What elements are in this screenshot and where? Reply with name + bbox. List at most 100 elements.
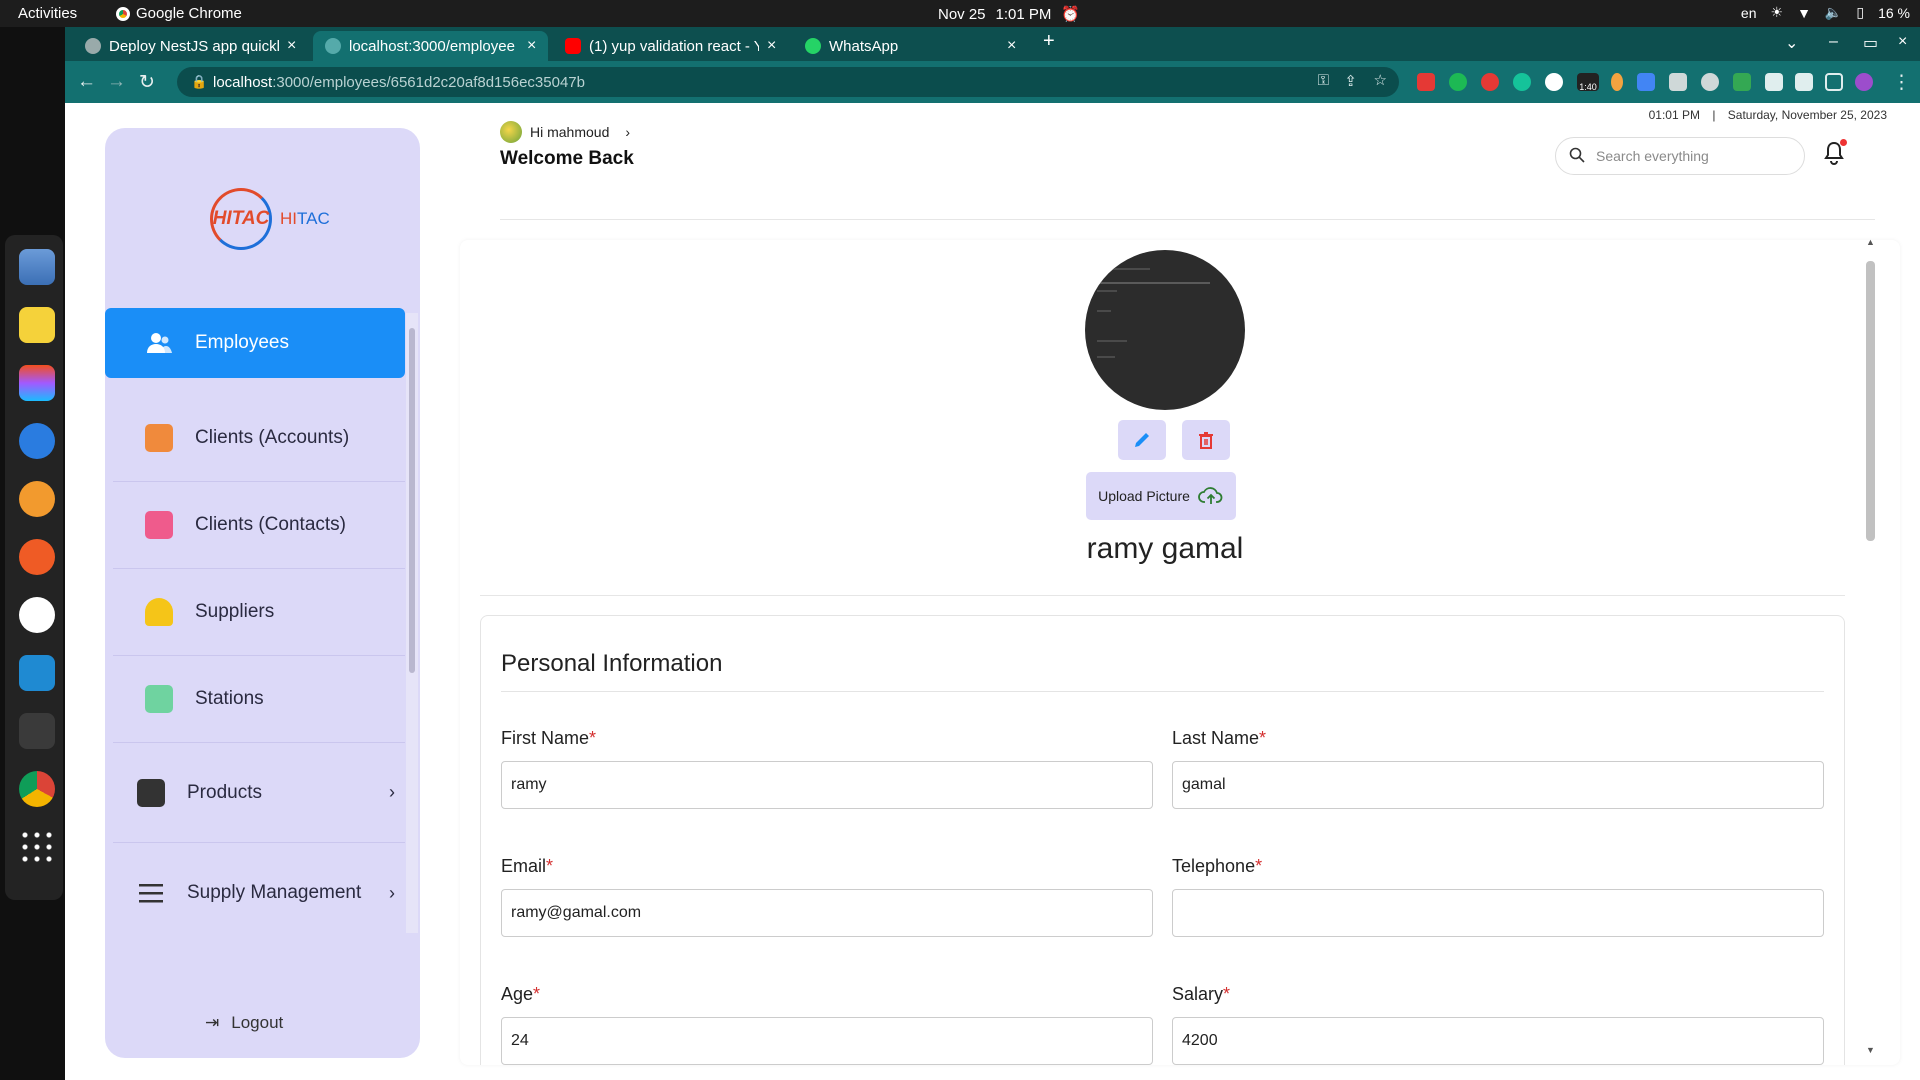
age-field[interactable] (501, 1017, 1153, 1065)
header-time: 01:01 PM (1648, 108, 1700, 122)
figma-icon[interactable] (19, 365, 55, 401)
telephone-field[interactable] (1172, 889, 1824, 937)
translate-icon[interactable] (1637, 73, 1655, 91)
close-tab-icon[interactable]: × (287, 37, 296, 55)
sidebar-item-employees[interactable]: Employees (105, 308, 405, 378)
tab-employee[interactable]: localhost:3000/employee × (313, 31, 549, 61)
forward-button[interactable]: → (107, 71, 126, 93)
page-scrollbar[interactable]: ▲ ▼ (1863, 237, 1877, 1055)
app-menu[interactable]: Google Chrome (116, 5, 242, 22)
reload-button[interactable]: ↻ (139, 71, 155, 94)
sidebar-item-suppliers[interactable]: Suppliers (113, 569, 405, 656)
notes-icon[interactable] (19, 307, 55, 343)
notification-bell-icon[interactable] (1823, 139, 1847, 165)
camera-icon[interactable] (1669, 73, 1687, 91)
sidebar-scroll-thumb[interactable] (409, 328, 415, 673)
new-tab-button[interactable]: + (1043, 30, 1055, 53)
side-panel-icon[interactable] (1825, 73, 1843, 91)
extension-icon[interactable] (1481, 73, 1499, 91)
chrome-dock-icon[interactable] (19, 771, 55, 807)
search-input[interactable]: Search everything (1555, 137, 1805, 175)
extension-icon[interactable] (1545, 73, 1563, 91)
grammarly-icon[interactable] (1513, 73, 1531, 91)
delete-picture-button[interactable] (1182, 420, 1230, 460)
chrome-menu-icon[interactable]: ⋮ (1892, 71, 1911, 94)
trash-icon (1199, 432, 1213, 449)
key-icon[interactable]: ⚿ (1318, 72, 1329, 89)
sidebar-item-supply-management[interactable]: Supply Management › (113, 843, 405, 943)
first-name-label: First Name* (501, 728, 596, 749)
sidebar-item-clients-contacts[interactable]: Clients (Contacts) (113, 482, 405, 569)
site-info-icon[interactable]: 🔒 (191, 74, 207, 90)
system-top-bar: Activities Google Chrome Nov 25 1:01 PM … (0, 0, 1920, 27)
extension-icon[interactable] (1449, 73, 1467, 91)
sidebar-item-products[interactable]: Products › (113, 743, 405, 843)
tab-whatsapp[interactable]: WhatsApp × (793, 31, 1028, 61)
postman-icon[interactable] (19, 539, 55, 575)
puzzle-icon[interactable] (1765, 73, 1783, 91)
system-clock[interactable]: Nov 25 1:01 PM ⏰ (938, 5, 1080, 24)
reading-list-icon[interactable] (1795, 73, 1813, 91)
sidebar-scrollbar[interactable] (406, 313, 418, 933)
vscode-icon[interactable] (19, 655, 55, 691)
sidebar-item-label: Clients (Contacts) (195, 514, 346, 535)
share-icon[interactable]: ⇪ (1344, 72, 1357, 90)
salary-field[interactable] (1172, 1017, 1824, 1065)
clock-date: Nov 25 (938, 5, 986, 23)
terminal-icon[interactable] (19, 713, 55, 749)
globe-icon[interactable] (1701, 73, 1719, 91)
chevron-right-icon: › (625, 124, 631, 140)
dock-panel (5, 235, 63, 900)
user-greeting[interactable]: Hi mahmoud › (500, 121, 630, 143)
extension-icon[interactable] (1733, 73, 1751, 91)
tab-title: (1) yup validation react - Y (589, 37, 759, 55)
language-indicator[interactable]: en (1741, 5, 1757, 21)
thunderbird-icon[interactable] (19, 423, 55, 459)
employee-profile-card: Upload Picture ramy gamal Personal Infor… (460, 240, 1900, 1065)
page-scroll-thumb[interactable] (1866, 261, 1875, 541)
sidebar-item-clients-accounts[interactable]: Clients (Accounts) (113, 395, 405, 482)
edit-picture-button[interactable] (1118, 420, 1166, 460)
close-tab-icon[interactable]: × (1007, 37, 1016, 55)
screenshot-line (1097, 290, 1117, 292)
scroll-up-arrow-icon[interactable]: ▲ (1866, 237, 1875, 247)
first-name-field[interactable] (501, 761, 1153, 809)
files-icon[interactable] (19, 249, 55, 285)
maximize-button[interactable]: ▭ (1863, 33, 1878, 53)
logout-button[interactable]: ⇥ Logout (205, 1013, 283, 1033)
supplier-icon (145, 598, 173, 626)
extension-icon[interactable] (1417, 73, 1435, 91)
clock-time: 1:01 PM (995, 5, 1052, 23)
chevron-right-icon: › (389, 782, 395, 802)
tab-youtube[interactable]: (1) yup validation react - Y × (553, 31, 788, 61)
address-bar[interactable]: 🔒 localhost:3000/employees/6561d2c20af8d… (177, 67, 1399, 97)
upload-picture-label: Upload Picture (1098, 488, 1190, 504)
profile-avatar[interactable] (1855, 73, 1873, 91)
email-field[interactable] (501, 889, 1153, 937)
close-window-button[interactable]: × (1898, 33, 1907, 51)
bookmark-star-icon[interactable]: ☆ (1374, 71, 1387, 89)
header-divider (500, 219, 1875, 220)
age-label: Age* (501, 984, 540, 1005)
timer-extension-icon[interactable]: 1:40 (1577, 73, 1599, 92)
fl-studio-icon[interactable] (19, 481, 55, 517)
sidebar-item-stations[interactable]: Stations (113, 656, 405, 743)
app-grid-icon[interactable] (19, 829, 55, 865)
last-name-field[interactable] (1172, 761, 1824, 809)
back-button[interactable]: ← (77, 71, 96, 93)
system-tray[interactable]: en ☀ ▼ 🔈 ▯ 16 % (1741, 4, 1910, 21)
upload-picture-button[interactable]: Upload Picture (1086, 472, 1236, 520)
extension-icon[interactable] (1611, 73, 1623, 91)
toolbar: ← → ↻ 🔒 localhost:3000/employees/6561d2c… (65, 61, 1920, 103)
minimize-button[interactable]: – (1829, 33, 1838, 51)
tab-nestjs[interactable]: Deploy NestJS app quickl × (73, 31, 308, 61)
company-logo[interactable]: HITAC HITAC (210, 188, 330, 250)
sidebar-item-label: Suppliers (195, 601, 275, 622)
close-tab-icon[interactable]: × (767, 37, 776, 55)
mongodb-compass-icon[interactable] (19, 597, 55, 633)
scroll-down-arrow-icon[interactable]: ▼ (1866, 1045, 1875, 1055)
activities-button[interactable]: Activities (18, 5, 77, 22)
sidebar: HITAC HITAC Employees Clients (Accounts)… (105, 128, 420, 1058)
tab-search-icon[interactable]: ⌄ (1785, 33, 1798, 53)
close-tab-icon[interactable]: × (527, 37, 536, 55)
